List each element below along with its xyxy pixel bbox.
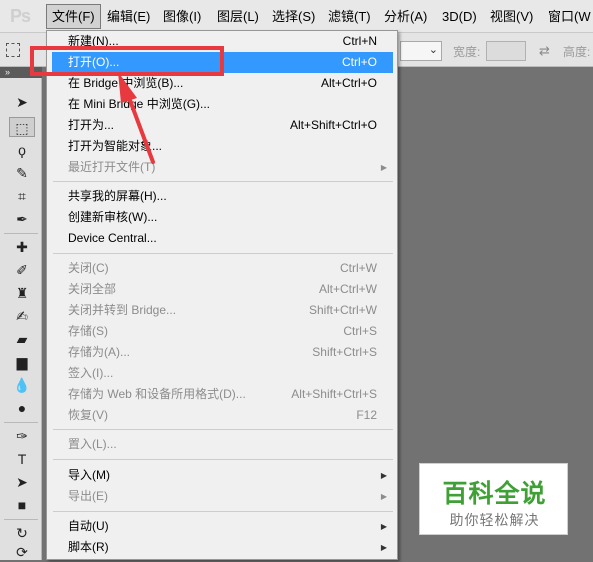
watermark-logo: 百科全说 助你轻松解决 bbox=[419, 463, 568, 535]
watermark-title: 百科全说 bbox=[442, 480, 547, 508]
watermark-subtitle: 助你轻松解决 bbox=[449, 512, 540, 528]
